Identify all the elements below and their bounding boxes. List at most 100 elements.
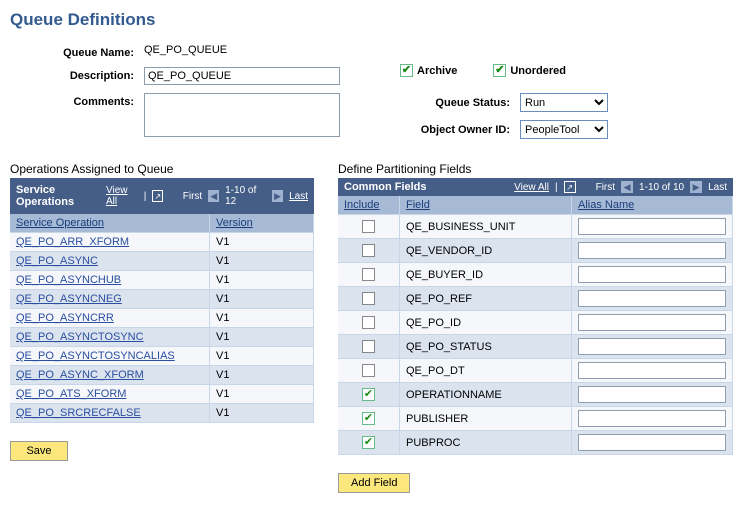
form-right: ✔ Archive ✔ Unordered Queue Status: Run … <box>400 44 733 148</box>
ops-grid: Service Operations View All | ↗ First ◀ … <box>10 178 314 423</box>
part-section-title: Define Partitioning Fields <box>338 162 733 176</box>
table-row: QE_PO_ASYNCTOSYNCALIAS V1 <box>10 347 314 366</box>
add-field-button[interactable]: Add Field <box>338 473 410 493</box>
ops-range: 1-10 of 12 <box>225 185 266 207</box>
ops-section-title: Operations Assigned to Queue <box>10 162 314 176</box>
cf-view-all-link[interactable]: View All <box>514 182 549 193</box>
cf-grid: Common Fields View All | ↗ First ◀ 1-10 … <box>338 178 733 455</box>
object-owner-label: Object Owner ID: <box>400 124 520 136</box>
alias-input[interactable] <box>578 314 726 331</box>
field-cell: OPERATIONNAME <box>400 383 572 407</box>
alias-input[interactable] <box>578 338 726 355</box>
comments-textarea[interactable] <box>144 93 340 137</box>
table-row: ✔ OPERATIONNAME <box>338 383 733 407</box>
popout-icon[interactable]: ↗ <box>564 181 576 193</box>
field-cell: QE_PO_DT <box>400 359 572 383</box>
save-button[interactable]: Save <box>10 441 68 461</box>
include-checkbox[interactable]: ✔ <box>362 436 375 449</box>
table-row: QE_PO_ASYNCHUB V1 <box>10 271 314 290</box>
unordered-checkbox[interactable]: ✔ <box>493 64 506 77</box>
cf-col-alias[interactable]: Alias Name <box>578 199 634 211</box>
next-icon[interactable]: ▶ <box>690 181 702 193</box>
ops-last-link[interactable]: Last <box>289 191 308 202</box>
cf-col-field[interactable]: Field <box>406 199 430 211</box>
alias-input[interactable] <box>578 218 726 235</box>
table-row: ✔ QE_VENDOR_ID <box>338 239 733 263</box>
field-cell: QE_PO_REF <box>400 287 572 311</box>
ops-col-version[interactable]: Version <box>216 217 253 229</box>
alias-input[interactable] <box>578 290 726 307</box>
include-checkbox[interactable]: ✔ <box>362 292 375 305</box>
include-checkbox[interactable]: ✔ <box>362 364 375 377</box>
service-op-link[interactable]: QE_PO_ASYNC_XFORM <box>16 369 144 381</box>
field-cell: QE_BUYER_ID <box>400 263 572 287</box>
include-checkbox[interactable]: ✔ <box>362 220 375 233</box>
table-row: QE_PO_ARR_XFORMV1 <box>10 233 314 252</box>
ops-view-all-link[interactable]: View All <box>106 185 138 207</box>
page-title: Queue Definitions <box>10 10 733 30</box>
ops-col-service-op[interactable]: Service Operation <box>16 217 104 229</box>
service-op-link[interactable]: QE_PO_SRCRECFALSE <box>16 407 141 419</box>
table-row: ✔ QE_PO_REF <box>338 287 733 311</box>
alias-input[interactable] <box>578 434 726 451</box>
table-row: ✔QE_PO_ID <box>338 311 733 335</box>
table-row: QE_PO_ASYNC V1 <box>10 252 314 271</box>
cf-last-label[interactable]: Last <box>708 182 727 193</box>
table-row: ✔QE_PO_STATUS <box>338 335 733 359</box>
include-checkbox[interactable]: ✔ <box>362 340 375 353</box>
queue-name-label: Queue Name: <box>10 44 144 59</box>
table-row: QE_PO_ATS_XFORM V1 <box>10 385 314 404</box>
object-owner-select[interactable]: PeopleTool <box>520 120 608 139</box>
version-cell: V1 <box>210 252 314 271</box>
field-cell: PUBPROC <box>400 431 572 455</box>
ops-first-label[interactable]: First <box>183 191 202 202</box>
field-cell: QE_BUSINESS_UNIT <box>400 215 572 239</box>
cf-col-include[interactable]: Include <box>344 199 379 211</box>
version-cell: V1 <box>210 385 314 404</box>
alias-input[interactable] <box>578 266 726 283</box>
prev-icon[interactable]: ◀ <box>208 190 219 202</box>
table-row: QE_PO_ASYNCTOSYNCV1 <box>10 328 314 347</box>
alias-input[interactable] <box>578 410 726 427</box>
alias-input[interactable] <box>578 386 726 403</box>
description-input[interactable] <box>144 67 340 85</box>
service-op-link[interactable]: QE_PO_ATS_XFORM <box>16 388 126 400</box>
include-checkbox[interactable]: ✔ <box>362 316 375 329</box>
popout-icon[interactable]: ↗ <box>152 190 163 202</box>
service-op-link[interactable]: QE_PO_ASYNCRR <box>16 312 114 324</box>
field-cell: QE_VENDOR_ID <box>400 239 572 263</box>
service-op-link[interactable]: QE_PO_ASYNCNEG <box>16 293 122 305</box>
alias-input[interactable] <box>578 362 726 379</box>
version-cell: V1 <box>210 271 314 290</box>
include-checkbox[interactable]: ✔ <box>362 412 375 425</box>
prev-icon[interactable]: ◀ <box>621 181 633 193</box>
comments-label: Comments: <box>10 93 144 108</box>
include-checkbox[interactable]: ✔ <box>362 244 375 257</box>
ops-grid-title: Service Operations <box>16 184 106 208</box>
description-label: Description: <box>10 67 144 82</box>
include-checkbox[interactable]: ✔ <box>362 268 375 281</box>
table-row: ✔ QE_BUSINESS_UNIT <box>338 215 733 239</box>
service-op-link[interactable]: QE_PO_ASYNC <box>16 255 98 267</box>
unordered-label: Unordered <box>510 65 566 77</box>
service-op-link[interactable]: QE_PO_ASYNCHUB <box>16 274 121 286</box>
cf-first-label[interactable]: First <box>596 182 615 193</box>
version-cell: V1 <box>210 309 314 328</box>
version-cell: V1 <box>210 290 314 309</box>
version-cell: V1 <box>210 366 314 385</box>
table-row: ✔ PUBLISHER <box>338 407 733 431</box>
table-row: QE_PO_ASYNCRR V1 <box>10 309 314 328</box>
queue-status-select[interactable]: Run <box>520 93 608 112</box>
version-cell: V1 <box>210 347 314 366</box>
next-icon[interactable]: ▶ <box>272 190 283 202</box>
service-op-link[interactable]: QE_PO_ASYNCTOSYNCALIAS <box>16 350 175 362</box>
field-cell: PUBLISHER <box>400 407 572 431</box>
archive-checkbox[interactable]: ✔ <box>400 64 413 77</box>
table-row: ✔ QE_BUYER_ID <box>338 263 733 287</box>
service-op-link[interactable]: QE_PO_ARR_XFORM <box>16 236 129 248</box>
include-checkbox[interactable]: ✔ <box>362 388 375 401</box>
table-row: ✔ QE_PO_DT <box>338 359 733 383</box>
service-op-link[interactable]: QE_PO_ASYNCTOSYNC <box>16 331 144 343</box>
table-row: QE_PO_ASYNC_XFORM V1 <box>10 366 314 385</box>
alias-input[interactable] <box>578 242 726 259</box>
